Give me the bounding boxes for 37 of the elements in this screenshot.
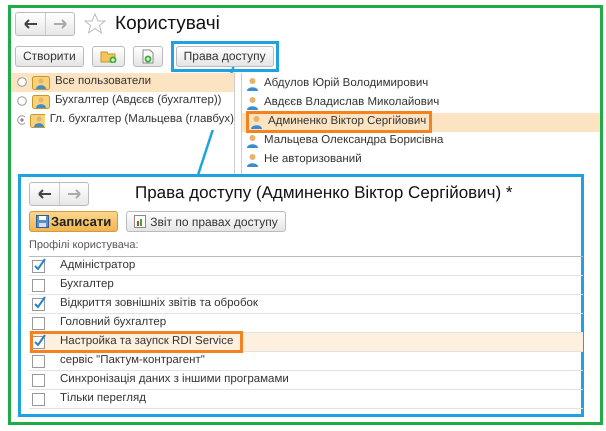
access-report-button[interactable]: Звіт по правах доступу: [126, 211, 286, 232]
group-item[interactable]: Все пользователи: [11, 72, 234, 92]
profile-label: Бухгалтер: [59, 276, 114, 292]
user-row[interactable]: Не авторизований: [242, 150, 600, 170]
profiles-label: Профілі користувача:: [29, 238, 140, 253]
group-label: Гл. бухгалтер (Мальцева (главбух): [50, 112, 234, 128]
profile-label: Настройка та заупск RDI Service: [59, 334, 234, 349]
group-label: Бухгалтер (Авдєєв (бухгалтер)): [55, 93, 222, 108]
user-name: Админенко Віктор Сергійович: [268, 114, 426, 130]
user-name: Авдєєв Владислав Миколайович: [264, 95, 440, 110]
profile-row[interactable]: сервіс "Пактум-контрагент": [29, 352, 583, 370]
create-button[interactable]: Створити: [15, 46, 84, 66]
access-rights-button[interactable]: Права доступу: [176, 46, 274, 66]
user-row[interactable]: Админенко Віктор Сергійович: [242, 112, 600, 132]
dialog-title: Права доступу (Админенко Віктор Сергійович) *: [135, 182, 513, 204]
user-row[interactable]: Абдулов Юрій Володимирович: [242, 74, 600, 94]
profile-row[interactable]: Адміністратор: [29, 256, 583, 276]
profile-row[interactable]: Настройка та заупск RDI Service: [29, 332, 583, 352]
group-label: Все пользователи: [55, 74, 152, 90]
profile-row[interactable]: Синхронізація даних з іншими програмами: [29, 370, 583, 390]
profile-row[interactable]: Тільки перегляд: [29, 390, 583, 408]
profile-label: Головний бухгалтер: [59, 314, 166, 330]
profile-label: Відкриття зовнішніх звітів та обробок: [59, 296, 258, 311]
window-title: Користувачі: [115, 12, 220, 36]
profile-row[interactable]: Відкриття зовнішніх звітів та обробок: [29, 294, 583, 314]
profile-label: Тільки перегляд: [59, 390, 146, 406]
user-name: Абдулов Юрій Володимирович: [264, 76, 428, 92]
user-name: Не авторизований: [264, 152, 362, 168]
save-button[interactable]: Записати: [29, 211, 118, 232]
profile-label: Синхронізація даних з іншими програмами: [59, 372, 289, 387]
user-row[interactable]: Мальцева Олександра Борисівна: [242, 132, 600, 150]
user-name: Мальцева Олександра Борисівна: [264, 133, 444, 148]
group-item[interactable]: Бухгалтер (Авдєєв (бухгалтер)): [11, 92, 234, 110]
user-row[interactable]: Авдєєв Владислав Миколайович: [242, 94, 600, 112]
profile-row[interactable]: Бухгалтер: [29, 276, 583, 294]
profile-label: Адміністратор: [59, 258, 136, 273]
profile-label: сервіс "Пактум-контрагент": [59, 352, 205, 368]
